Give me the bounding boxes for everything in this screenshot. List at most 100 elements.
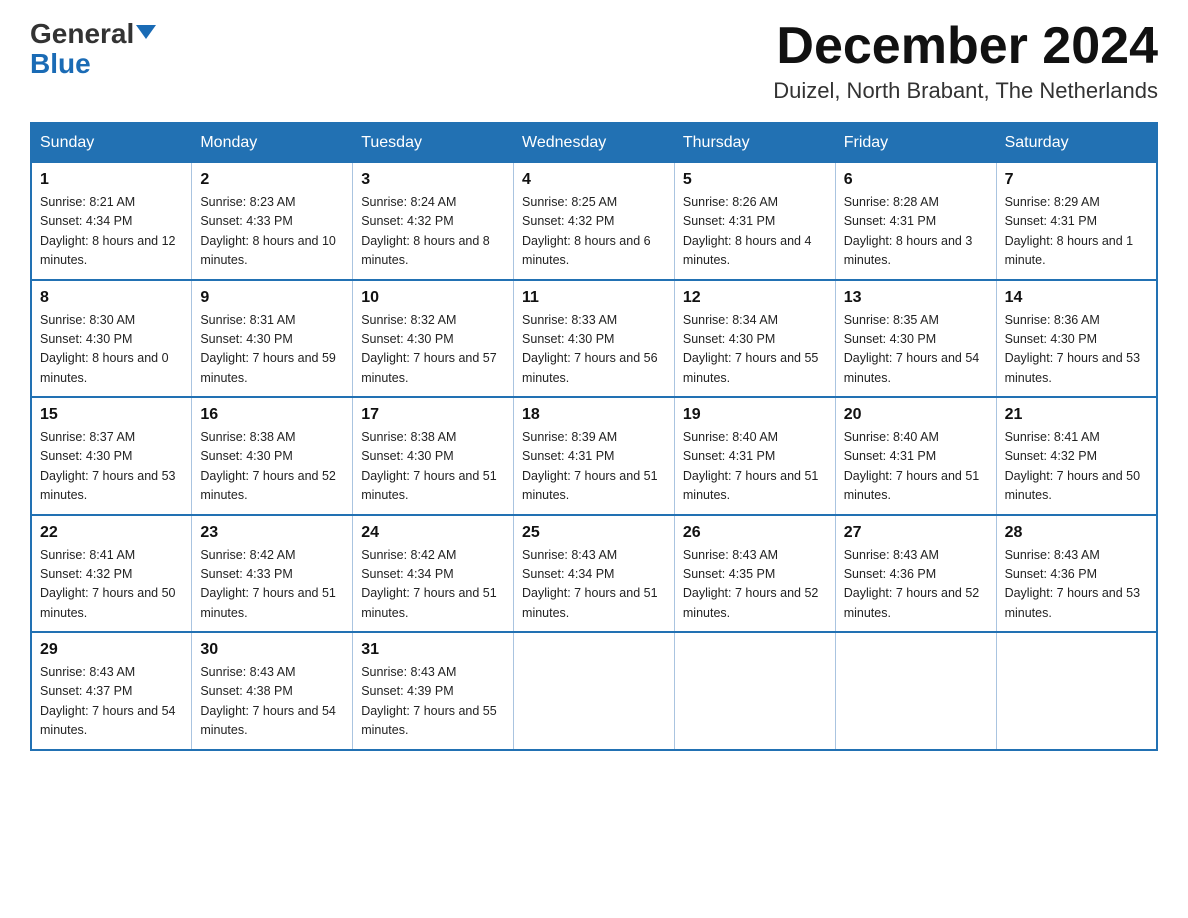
- calendar-cell: 23 Sunrise: 8:42 AMSunset: 4:33 PMDayligh…: [192, 515, 353, 633]
- calendar-cell: 25Sunrise: 8:43 AMSunset: 4:34 PMDayligh…: [514, 515, 675, 633]
- day-info: Sunrise: 8:41 AMSunset: 4:32 PMDaylight:…: [1005, 428, 1148, 506]
- day-info: Sunrise: 8:36 AMSunset: 4:30 PMDaylight:…: [1005, 311, 1148, 389]
- calendar-cell: [514, 632, 675, 750]
- calendar-cell: 15 Sunrise: 8:37 AMSunset: 4:30 PMDayligh…: [31, 397, 192, 515]
- calendar-cell: 24 Sunrise: 8:42 AMSunset: 4:34 PMDayligh…: [353, 515, 514, 633]
- day-number: 17: [361, 406, 505, 424]
- day-number: 11: [522, 289, 666, 307]
- day-info: Sunrise: 8:33 AMSunset: 4:30 PMDaylight:…: [522, 311, 666, 389]
- day-number: 20: [844, 406, 988, 424]
- day-info: Sunrise: 8:21 AMSunset: 4:34 PMDaylight:…: [40, 193, 183, 271]
- day-number: 23: [200, 524, 344, 542]
- day-info: Sunrise: 8:43 AMSunset: 4:36 PMDaylight:…: [844, 546, 988, 624]
- day-info: Sunrise: 8:41 AMSunset: 4:32 PMDaylight:…: [40, 546, 183, 624]
- day-number: 19: [683, 406, 827, 424]
- day-info: Sunrise: 8:25 AMSunset: 4:32 PMDaylight:…: [522, 193, 666, 271]
- calendar-cell: 3Sunrise: 8:24 AMSunset: 4:32 PMDaylight…: [353, 163, 514, 280]
- day-info: Sunrise: 8:35 AMSunset: 4:30 PMDaylight:…: [844, 311, 988, 389]
- calendar-table: SundayMondayTuesdayWednesdayThursdayFrid…: [30, 122, 1158, 751]
- day-number: 27: [844, 524, 988, 542]
- calendar-cell: 5Sunrise: 8:26 AMSunset: 4:31 PMDaylight…: [674, 163, 835, 280]
- day-number: 4: [522, 171, 666, 189]
- calendar-header-row: SundayMondayTuesdayWednesdayThursdayFrid…: [31, 123, 1157, 163]
- day-info: Sunrise: 8:43 AMSunset: 4:35 PMDaylight:…: [683, 546, 827, 624]
- calendar-cell: 31 Sunrise: 8:43 AMSunset: 4:39 PMDayligh…: [353, 632, 514, 750]
- day-number: 29: [40, 641, 183, 659]
- day-info: Sunrise: 8:42 AMSunset: 4:33 PMDaylight:…: [200, 546, 344, 624]
- day-number: 21: [1005, 406, 1148, 424]
- day-number: 9: [200, 289, 344, 307]
- day-number: 15: [40, 406, 183, 424]
- logo-line2: Blue: [30, 50, 91, 78]
- day-info: Sunrise: 8:37 AMSunset: 4:30 PMDaylight:…: [40, 428, 183, 506]
- calendar-cell: 27 Sunrise: 8:43 AMSunset: 4:36 PMDayligh…: [835, 515, 996, 633]
- calendar-cell: 10Sunrise: 8:32 AMSunset: 4:30 PMDayligh…: [353, 280, 514, 398]
- day-info: Sunrise: 8:24 AMSunset: 4:32 PMDaylight:…: [361, 193, 505, 271]
- calendar-cell: 19 Sunrise: 8:40 AMSunset: 4:31 PMDayligh…: [674, 397, 835, 515]
- day-info: Sunrise: 8:39 AMSunset: 4:31 PMDaylight:…: [522, 428, 666, 506]
- day-info: Sunrise: 8:38 AMSunset: 4:30 PMDaylight:…: [200, 428, 344, 506]
- day-number: 14: [1005, 289, 1148, 307]
- day-info: Sunrise: 8:43 AMSunset: 4:36 PMDaylight:…: [1005, 546, 1148, 624]
- weekday-header-friday: Friday: [835, 123, 996, 163]
- day-number: 5: [683, 171, 827, 189]
- day-info: Sunrise: 8:31 AMSunset: 4:30 PMDaylight:…: [200, 311, 344, 389]
- calendar-cell: 14 Sunrise: 8:36 AMSunset: 4:30 PMDayligh…: [996, 280, 1157, 398]
- day-number: 22: [40, 524, 183, 542]
- day-number: 30: [200, 641, 344, 659]
- logo-line1: General: [30, 20, 156, 48]
- day-info: Sunrise: 8:43 AMSunset: 4:39 PMDaylight:…: [361, 663, 505, 741]
- day-info: Sunrise: 8:40 AMSunset: 4:31 PMDaylight:…: [683, 428, 827, 506]
- day-info: Sunrise: 8:28 AMSunset: 4:31 PMDaylight:…: [844, 193, 988, 271]
- calendar-cell: 7 Sunrise: 8:29 AMSunset: 4:31 PMDaylight…: [996, 163, 1157, 280]
- day-info: Sunrise: 8:40 AMSunset: 4:31 PMDaylight:…: [844, 428, 988, 506]
- calendar-cell: 17 Sunrise: 8:38 AMSunset: 4:30 PMDayligh…: [353, 397, 514, 515]
- calendar-cell: 28 Sunrise: 8:43 AMSunset: 4:36 PMDayligh…: [996, 515, 1157, 633]
- weekday-header-monday: Monday: [192, 123, 353, 163]
- weekday-header-wednesday: Wednesday: [514, 123, 675, 163]
- weekday-header-sunday: Sunday: [31, 123, 192, 163]
- calendar-cell: 29Sunrise: 8:43 AMSunset: 4:37 PMDayligh…: [31, 632, 192, 750]
- day-number: 24: [361, 524, 505, 542]
- day-info: Sunrise: 8:29 AMSunset: 4:31 PMDaylight:…: [1005, 193, 1148, 271]
- calendar-cell: 6 Sunrise: 8:28 AMSunset: 4:31 PMDaylight…: [835, 163, 996, 280]
- calendar-cell: 16Sunrise: 8:38 AMSunset: 4:30 PMDayligh…: [192, 397, 353, 515]
- calendar-cell: 18 Sunrise: 8:39 AMSunset: 4:31 PMDayligh…: [514, 397, 675, 515]
- weekday-header-thursday: Thursday: [674, 123, 835, 163]
- day-number: 25: [522, 524, 666, 542]
- calendar-cell: 11 Sunrise: 8:33 AMSunset: 4:30 PMDayligh…: [514, 280, 675, 398]
- calendar-cell: 21 Sunrise: 8:41 AMSunset: 4:32 PMDayligh…: [996, 397, 1157, 515]
- day-info: Sunrise: 8:38 AMSunset: 4:30 PMDaylight:…: [361, 428, 505, 506]
- calendar-week-row: 8Sunrise: 8:30 AMSunset: 4:30 PMDaylight…: [31, 280, 1157, 398]
- calendar-week-row: 15 Sunrise: 8:37 AMSunset: 4:30 PMDayligh…: [31, 397, 1157, 515]
- logo: General Blue: [30, 20, 156, 78]
- calendar-cell: 26Sunrise: 8:43 AMSunset: 4:35 PMDayligh…: [674, 515, 835, 633]
- calendar-week-row: 22 Sunrise: 8:41 AMSunset: 4:32 PMDayligh…: [31, 515, 1157, 633]
- day-number: 12: [683, 289, 827, 307]
- day-number: 6: [844, 171, 988, 189]
- calendar-cell: 9 Sunrise: 8:31 AMSunset: 4:30 PMDaylight…: [192, 280, 353, 398]
- day-info: Sunrise: 8:23 AMSunset: 4:33 PMDaylight:…: [200, 193, 344, 271]
- day-number: 1: [40, 171, 183, 189]
- calendar-cell: 8Sunrise: 8:30 AMSunset: 4:30 PMDaylight…: [31, 280, 192, 398]
- day-info: Sunrise: 8:34 AMSunset: 4:30 PMDaylight:…: [683, 311, 827, 389]
- day-number: 8: [40, 289, 183, 307]
- day-info: Sunrise: 8:43 AMSunset: 4:38 PMDaylight:…: [200, 663, 344, 741]
- calendar-cell: [835, 632, 996, 750]
- calendar-cell: 13 Sunrise: 8:35 AMSunset: 4:30 PMDayligh…: [835, 280, 996, 398]
- day-number: 2: [200, 171, 344, 189]
- day-number: 13: [844, 289, 988, 307]
- calendar-cell: 12 Sunrise: 8:34 AMSunset: 4:30 PMDayligh…: [674, 280, 835, 398]
- day-number: 7: [1005, 171, 1148, 189]
- calendar-cell: [674, 632, 835, 750]
- calendar-cell: 20 Sunrise: 8:40 AMSunset: 4:31 PMDayligh…: [835, 397, 996, 515]
- calendar-cell: 4 Sunrise: 8:25 AMSunset: 4:32 PMDaylight…: [514, 163, 675, 280]
- title-block: December 2024 Duizel, North Brabant, The…: [773, 20, 1158, 104]
- page-header: General Blue December 2024 Duizel, North…: [30, 20, 1158, 104]
- calendar-week-row: 1 Sunrise: 8:21 AMSunset: 4:34 PMDaylight…: [31, 163, 1157, 280]
- day-number: 28: [1005, 524, 1148, 542]
- day-number: 31: [361, 641, 505, 659]
- logo-triangle-icon: [136, 25, 156, 39]
- day-number: 18: [522, 406, 666, 424]
- day-info: Sunrise: 8:42 AMSunset: 4:34 PMDaylight:…: [361, 546, 505, 624]
